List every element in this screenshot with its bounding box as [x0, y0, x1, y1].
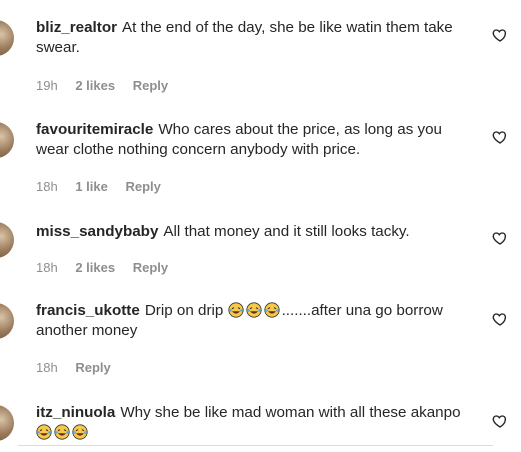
- comment-meta: 18h 1 like Reply: [36, 179, 175, 194]
- avatar[interactable]: [0, 222, 14, 258]
- reply-button[interactable]: Reply: [125, 179, 160, 194]
- laughing-tears-emoji: [54, 424, 70, 440]
- comment-meta: 19h 2 likes Reply: [36, 78, 182, 93]
- comment-body: All that money and it still looks tacky.: [163, 223, 410, 240]
- comment-text-block: itz_ninuola Why she be like mad woman wit…: [36, 403, 476, 443]
- comment-time[interactable]: 18h: [36, 260, 58, 275]
- heart-outline-icon[interactable]: [492, 129, 508, 145]
- comment-time[interactable]: 18h: [36, 179, 58, 194]
- comment-likes[interactable]: 1 like: [75, 179, 108, 194]
- comment-username[interactable]: favouritemiracle: [36, 121, 153, 138]
- laughing-tears-emoji: [72, 424, 88, 440]
- laughing-tears-emoji: [227, 302, 244, 318]
- reply-button[interactable]: Reply: [133, 260, 168, 275]
- heart-outline-icon[interactable]: [492, 413, 508, 429]
- avatar[interactable]: [0, 20, 14, 56]
- comment-text-block: miss_sandybaby All that money and it stil…: [36, 222, 476, 242]
- comment-body: Drip on drip: [144, 302, 224, 319]
- comment-username[interactable]: miss_sandybaby: [36, 223, 158, 240]
- comment-body: Why she be like mad woman with all these…: [120, 404, 461, 421]
- comment-meta: 18h 2 likes Reply: [36, 260, 182, 275]
- avatar[interactable]: [0, 405, 14, 441]
- avatar[interactable]: [0, 122, 14, 158]
- comment-text-block: bliz_realtor At the end of the day, she b…: [36, 18, 476, 58]
- reply-button[interactable]: Reply: [75, 360, 110, 375]
- laughing-tears-emoji: [36, 424, 52, 440]
- comment-time[interactable]: 19h: [36, 78, 58, 93]
- comment-username[interactable]: itz_ninuola: [36, 404, 115, 421]
- comment-text-block: francis_ukotte Drip on drip .......after …: [36, 301, 476, 341]
- laughing-tears-emoji: [263, 302, 280, 318]
- comment-meta: 18h Reply: [36, 360, 125, 375]
- comment-username[interactable]: francis_ukotte: [36, 302, 140, 319]
- divider: [18, 445, 493, 446]
- laughing-tears-emoji: [245, 302, 262, 318]
- comment-likes[interactable]: 2 likes: [75, 78, 115, 93]
- comment-time[interactable]: 18h: [36, 360, 58, 375]
- comment-text-block: favouritemiracle Who cares about the pric…: [36, 120, 476, 160]
- heart-outline-icon[interactable]: [492, 311, 508, 327]
- heart-outline-icon[interactable]: [492, 230, 508, 246]
- comment-likes[interactable]: 2 likes: [75, 260, 115, 275]
- comment-username[interactable]: bliz_realtor: [36, 19, 117, 36]
- reply-button[interactable]: Reply: [133, 78, 168, 93]
- heart-outline-icon[interactable]: [492, 27, 508, 43]
- avatar[interactable]: [0, 303, 14, 339]
